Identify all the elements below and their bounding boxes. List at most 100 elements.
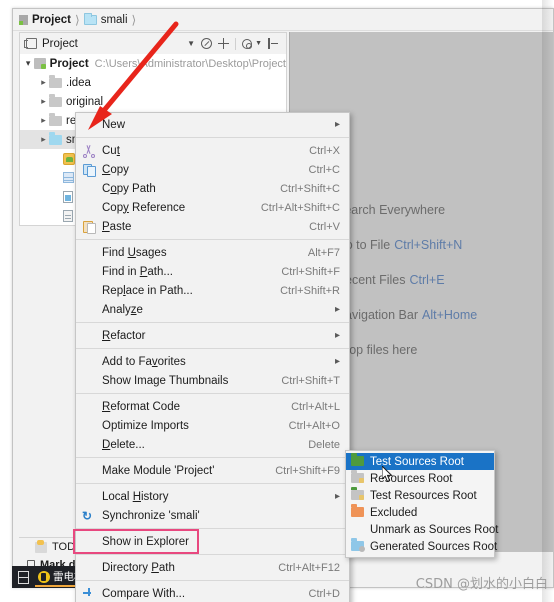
menu-separator — [76, 137, 349, 138]
menu-separator — [76, 554, 349, 555]
menu-item-synchronize-smali[interactable]: ↻ Synchronize 'smali' — [76, 506, 349, 525]
copy-icon — [82, 163, 96, 177]
tree-node-path: C:\Users\Administrator\Desktop\Project — [94, 57, 286, 70]
submenu-item-label: Test Resources Root — [370, 489, 477, 502]
menu-item-label: Show in Explorer — [102, 535, 189, 548]
tree-node-original[interactable]: ▸ original — [20, 92, 286, 111]
chevron-right-icon: ▸ — [334, 491, 340, 502]
compare-icon — [82, 587, 96, 601]
tree-node-idea[interactable]: ▸ .idea — [20, 73, 286, 92]
submenu-item-unmark-as-sources-root[interactable]: Unmark as Sources Root — [346, 521, 498, 538]
tree-node-label: original — [66, 95, 104, 108]
menu-separator — [76, 580, 349, 581]
menu-item-label: Make Module 'Project' — [102, 464, 215, 477]
menu-item-shortcut: Ctrl+Alt+F12 — [278, 561, 340, 574]
menu-item-cut[interactable]: Cut Ctrl+X — [76, 141, 349, 160]
menu-item-label: Replace in Path... — [102, 284, 193, 297]
table-icon — [63, 172, 74, 183]
menu-item-shortcut: Ctrl+Alt+Shift+C — [260, 201, 340, 214]
menu-item-shortcut: Ctrl+Alt+O — [288, 419, 340, 432]
menu-item-reformat-code[interactable]: Reformat Code Ctrl+Alt+L — [76, 397, 349, 416]
breadcrumb-project-label: Project — [32, 13, 71, 26]
menu-item-optimize-imports[interactable]: Optimize Imports Ctrl+Alt+O — [76, 416, 349, 435]
menu-item-new[interactable]: New ▸ — [76, 115, 349, 134]
editor-hint-label: Search Everywhere — [336, 202, 446, 217]
menu-item-shortcut: Ctrl+Shift+T — [281, 374, 340, 387]
menu-item-add-to-favorites[interactable]: Add to Favorites ▸ — [76, 352, 349, 371]
menu-item-shortcut: Ctrl+Alt+L — [291, 400, 340, 413]
windows-start-icon[interactable] — [18, 570, 29, 584]
mark-directory-as-submenu[interactable]: Test Sources Root Resources Root Test Reso… — [345, 450, 498, 558]
menu-item-paste[interactable]: Paste Ctrl+V — [76, 217, 349, 236]
watermark-text: CSDN @划水的小白白 — [415, 577, 548, 592]
hide-icon[interactable] — [268, 38, 279, 49]
submenu-item-generated-sources-root[interactable]: Generated Sources Root — [346, 538, 497, 555]
menu-item-refactor[interactable]: Refactor ▸ — [76, 326, 349, 345]
tree-expand-arrow[interactable]: ▸ — [38, 77, 49, 88]
breadcrumb-item-project[interactable]: Project — [19, 14, 71, 26]
submenu-item-label: Test Sources Root — [370, 455, 464, 468]
folder-green-icon — [351, 453, 364, 467]
menu-item-local-history[interactable]: Local History ▸ — [76, 487, 349, 506]
menu-item-analyze[interactable]: Analyze ▸ — [76, 300, 349, 319]
menu-item-directory-path[interactable]: Directory Path Ctrl+Alt+F12 — [76, 558, 349, 577]
tree-node-project[interactable]: ▾ Project C:\Users\Administrator\Desktop\P… — [20, 54, 286, 73]
submenu-item-resources-root[interactable]: Resources Root — [346, 470, 494, 487]
menu-item-shortcut: Ctrl+Shift+F9 — [275, 464, 340, 477]
context-menu[interactable]: New ▸ Cut Ctrl+X Copy Ctrl+C Copy Path Ctrl+Shi… — [75, 112, 350, 602]
tree-node-label: Project — [49, 57, 89, 70]
screenshot-root: Project ⟩ smali ⟩ Project ▼ ▼ ▾ Project … — [0, 0, 554, 602]
menu-item-copy-path[interactable]: Copy Path Ctrl+Shift+C — [76, 179, 349, 198]
menu-item-label: Refactor — [102, 329, 146, 342]
menu-item-label: Find Usages — [102, 246, 167, 259]
menu-item-delete[interactable]: Delete... Delete — [76, 435, 349, 454]
synchronize-icon: ↻ — [82, 509, 93, 523]
chevron-right-icon: ▸ — [334, 330, 340, 341]
menu-item-copy-reference[interactable]: Copy Reference Ctrl+Alt+Shift+C — [76, 198, 349, 217]
menu-separator — [76, 483, 349, 484]
submenu-item-test-resources-root[interactable]: Test Resources Root — [346, 487, 494, 504]
menu-item-label: New — [102, 118, 126, 131]
menu-item-label: Directory Path — [102, 561, 175, 574]
folder-orange-icon — [351, 504, 364, 518]
project-toolwindow-title[interactable]: Project — [20, 38, 78, 50]
tree-expand-arrow[interactable]: ▸ — [38, 115, 49, 126]
tree-expand-arrow[interactable]: ▸ — [38, 96, 49, 107]
folder-icon — [83, 12, 97, 25]
menu-item-find-in-path[interactable]: Find in Path... Ctrl+Shift+F — [76, 262, 349, 281]
menu-item-label: Synchronize 'smali' — [102, 509, 200, 522]
window-edge-shadow — [542, 0, 554, 602]
menu-item-copy[interactable]: Copy Ctrl+C — [76, 160, 349, 179]
menu-item-replace-in-path[interactable]: Replace in Path... Ctrl+Shift+R — [76, 281, 349, 300]
tree-expand-arrow[interactable]: ▸ — [38, 134, 49, 145]
menu-item-compare-with[interactable]: Compare With... Ctrl+D — [76, 584, 349, 602]
menu-item-label: Delete... — [102, 438, 145, 451]
menu-item-show-image-thumbnails[interactable]: Show Image Thumbnails Ctrl+Shift+T — [76, 371, 349, 390]
folder-generated-icon — [351, 538, 365, 552]
project-window-icon — [24, 38, 37, 49]
menu-item-shortcut: Ctrl+Shift+F — [281, 265, 340, 278]
menu-item-label: Add to Favorites — [102, 355, 186, 368]
menu-separator — [76, 348, 349, 349]
expand-all-icon[interactable] — [218, 38, 230, 49]
menu-item-make-module-project[interactable]: Make Module 'Project' Ctrl+Shift+F9 — [76, 461, 349, 480]
submenu-item-test-sources-root[interactable]: Test Sources Root — [346, 453, 494, 470]
chevron-down-icon[interactable]: ▼ — [255, 40, 262, 47]
menu-item-label: Copy Reference — [102, 201, 186, 214]
toolwindow-actions: ▼ — [201, 37, 286, 50]
menu-item-shortcut: Ctrl+Shift+C — [280, 182, 340, 195]
xml-icon — [63, 190, 73, 203]
editor-hint-shortcut: Ctrl+Shift+N — [394, 237, 463, 252]
toolbar-divider — [235, 37, 237, 50]
tree-expand-arrow[interactable]: ▾ — [23, 58, 34, 69]
collapse-all-icon[interactable] — [201, 38, 213, 49]
submenu-item-excluded[interactable]: Excluded — [346, 504, 494, 521]
menu-item-shortcut: Ctrl+D — [308, 587, 340, 600]
breadcrumb-item-smali[interactable]: smali — [83, 12, 128, 26]
menu-item-show-in-explorer[interactable]: Show in Explorer — [76, 532, 349, 551]
menu-item-label: Find in Path... — [102, 265, 173, 278]
chevron-down-icon[interactable]: ▼ — [187, 39, 195, 48]
gear-icon[interactable] — [242, 38, 253, 49]
menu-item-find-usages[interactable]: Find Usages Alt+F7 — [76, 243, 349, 262]
menu-item-label: Reformat Code — [102, 400, 180, 413]
